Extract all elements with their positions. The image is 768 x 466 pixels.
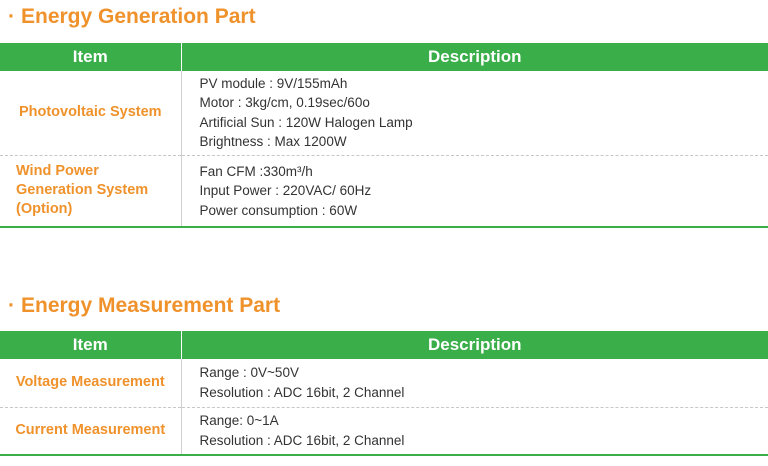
section-title-text: Energy Generation Part <box>21 5 256 28</box>
energy-generation-table: Item Description Photovoltaic System PV … <box>0 43 768 228</box>
header-item: Item <box>0 43 182 71</box>
description-cell: Range : 0V~50V Resolution : ADC 16bit, 2… <box>181 359 768 408</box>
description-line: Resolution : ADC 16bit, 2 Channel <box>199 384 405 400</box>
section-title-text: Energy Measurement Part <box>21 294 281 317</box>
item-line: Wind Power <box>16 163 99 180</box>
table-row: Photovoltaic System PV module : 9V/155mA… <box>0 71 768 156</box>
item-line: Generation System <box>16 182 149 199</box>
table-row: Voltage Measurement Range : 0V~50V Resol… <box>0 359 768 408</box>
description-line: Artificial Sun : 120W Halogen Lamp <box>199 114 413 130</box>
table-header-row: Item Description <box>0 331 768 359</box>
header-description: Description <box>181 43 768 71</box>
description-line: Fan CFM :330m³/h <box>199 163 313 179</box>
section-title-energy-measurement: · Energy Measurement Part <box>8 294 280 318</box>
table-row: Current Measurement Range: 0~1A Resoluti… <box>0 407 768 456</box>
description-line: Brightness : Max 1200W <box>199 134 347 150</box>
section-title-energy-generation: · Energy Generation Part <box>8 5 256 29</box>
item-voltage-measurement: Voltage Measurement <box>0 359 182 408</box>
description-line: Range : 0V~50V <box>199 365 299 381</box>
item-photovoltaic-system: Photovoltaic System <box>0 71 182 156</box>
description-line: Range: 0~1A <box>199 413 279 429</box>
item-line: (Option) <box>16 201 73 218</box>
item-current-measurement: Current Measurement <box>0 407 182 456</box>
bullet-dot: · <box>8 5 15 28</box>
header-description: Description <box>181 331 768 359</box>
description-line: Resolution : ADC 16bit, 2 Channel <box>199 432 405 448</box>
description-line: PV module : 9V/155mAh <box>199 75 348 91</box>
item-wind-power-generation: Wind Power Generation System (Option) <box>0 155 182 228</box>
description-cell: PV module : 9V/155mAh Motor : 3kg/cm, 0.… <box>181 71 768 156</box>
description-cell: Range: 0~1A Resolution : ADC 16bit, 2 Ch… <box>181 407 768 456</box>
bullet-dot: · <box>8 294 15 317</box>
description-line: Input Power : 220VAC/ 60Hz <box>199 183 372 198</box>
description-line: Power consumption : 60W <box>199 202 358 218</box>
table-row: Wind Power Generation System (Option) Fa… <box>0 155 768 228</box>
header-item: Item <box>0 331 182 359</box>
description-cell: Fan CFM :330m³/h Input Power : 220VAC/ 6… <box>181 155 768 228</box>
description-line: Motor : 3kg/cm, 0.19sec/60o <box>199 95 370 111</box>
energy-measurement-table: Item Description Voltage Measurement Ran… <box>0 331 768 456</box>
table-header-row: Item Description <box>0 43 768 71</box>
